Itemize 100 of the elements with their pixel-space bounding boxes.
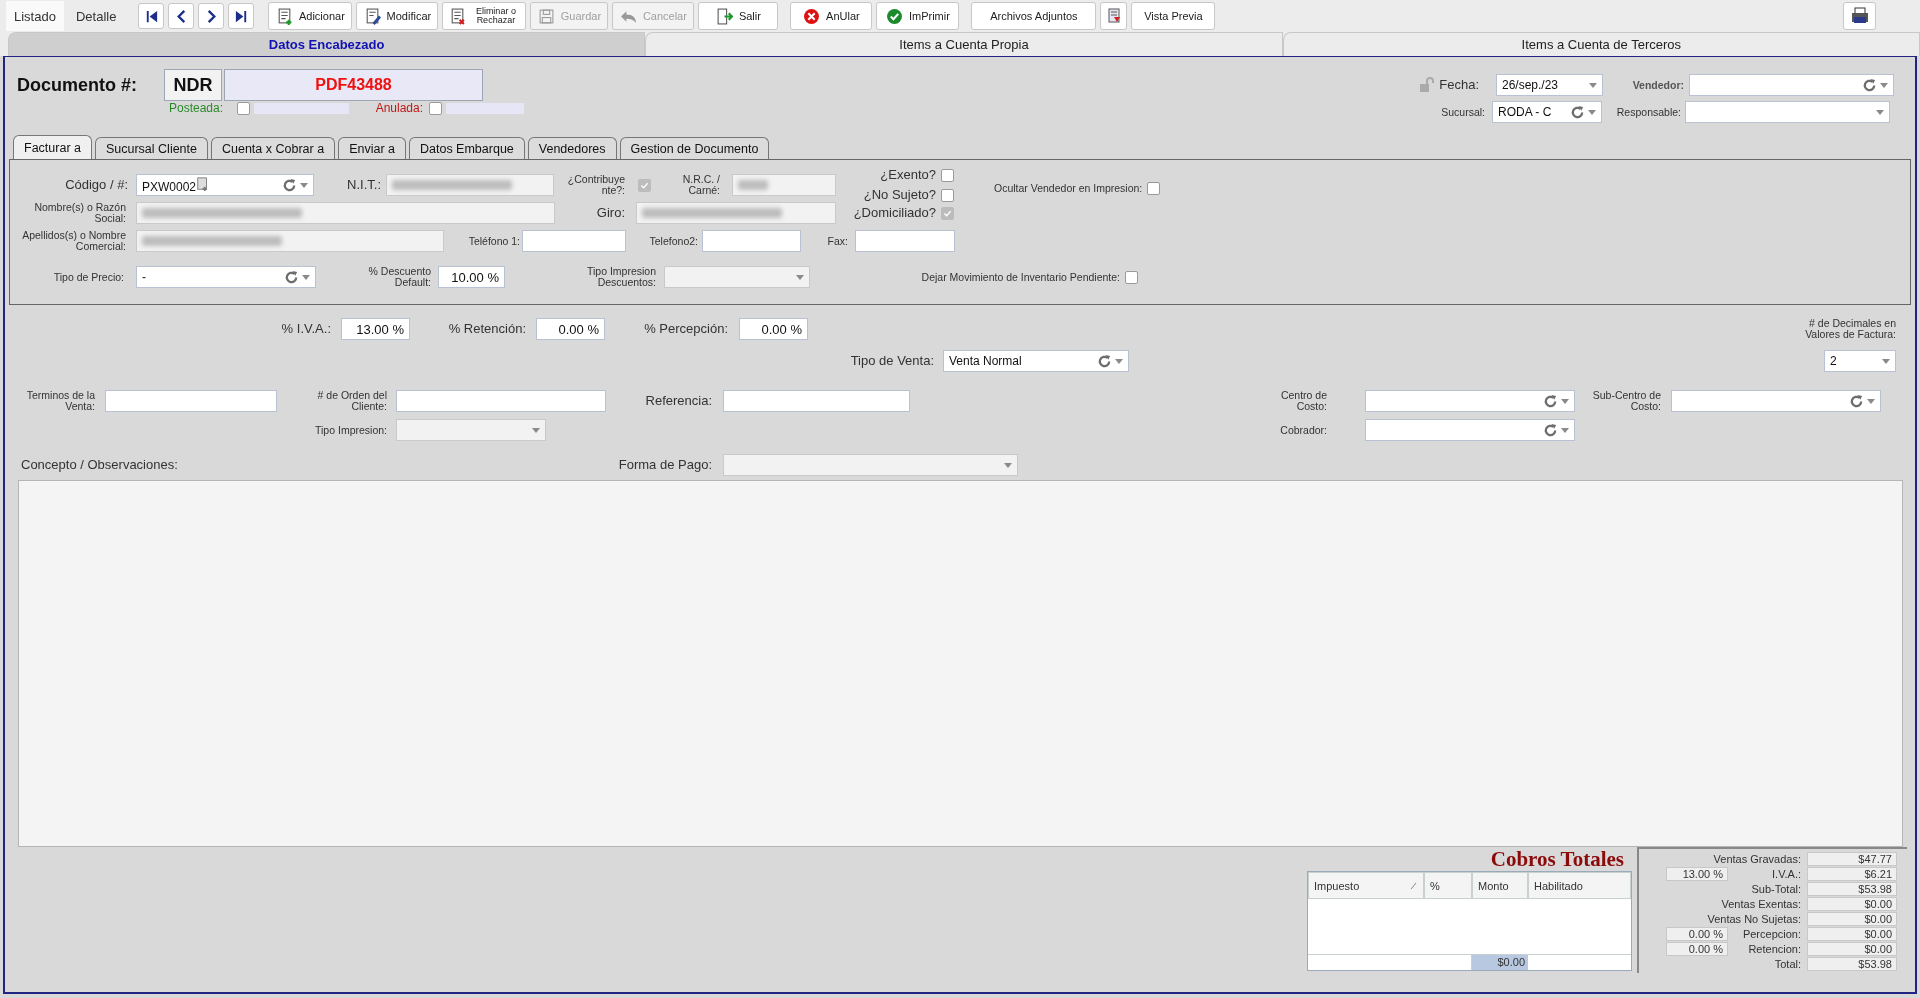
caret-icon[interactable] bbox=[1876, 109, 1884, 115]
text-field[interactable]: 0.00 % bbox=[536, 318, 605, 340]
text-field[interactable] bbox=[136, 202, 555, 224]
check-icon bbox=[885, 7, 903, 25]
printer-icon bbox=[1849, 6, 1870, 26]
next-button[interactable] bbox=[198, 3, 225, 29]
refresh-icon[interactable] bbox=[1849, 393, 1864, 409]
report-button[interactable] bbox=[1100, 2, 1128, 30]
caret-icon[interactable] bbox=[796, 274, 804, 280]
checkbox[interactable] bbox=[1147, 181, 1161, 195]
section-tab[interactable]: Datos Encabezado bbox=[8, 32, 646, 56]
text-field[interactable] bbox=[522, 230, 626, 252]
checkbox[interactable] bbox=[237, 101, 250, 115]
last-button[interactable] bbox=[228, 3, 255, 29]
view-tab[interactable]: Listado bbox=[6, 1, 64, 31]
toolbar-button[interactable]: ImPrimir bbox=[876, 2, 960, 30]
total-label: Percepcion: bbox=[1741, 927, 1802, 940]
form-tab[interactable]: Datos Embarque bbox=[409, 137, 525, 159]
column-header[interactable]: % bbox=[1424, 872, 1472, 899]
section-tab[interactable]: Items a Cuenta Propia bbox=[645, 32, 1283, 56]
text-field[interactable] bbox=[396, 390, 606, 412]
caret-icon[interactable] bbox=[1867, 398, 1875, 404]
caret-icon[interactable] bbox=[532, 427, 540, 433]
dropdown[interactable]: Venta Normal bbox=[943, 350, 1129, 372]
exit-icon bbox=[715, 7, 733, 25]
total-value: $0.00 bbox=[1807, 941, 1897, 956]
previous-button[interactable] bbox=[168, 3, 195, 29]
column-header[interactable]: Impuesto bbox=[1308, 872, 1424, 899]
caret-icon[interactable] bbox=[1004, 462, 1012, 468]
text-field[interactable] bbox=[105, 390, 277, 412]
checkbox[interactable] bbox=[941, 188, 954, 202]
caret-icon[interactable] bbox=[1882, 358, 1890, 364]
caret-icon[interactable] bbox=[300, 182, 308, 188]
refresh-icon[interactable] bbox=[1097, 353, 1112, 369]
dropdown[interactable]: 2 bbox=[1824, 350, 1896, 372]
first-button[interactable] bbox=[138, 3, 165, 29]
toolbar-button[interactable]: Eliminar o Rechazar bbox=[442, 2, 527, 30]
dropdown[interactable]: RODA - C bbox=[1492, 101, 1602, 123]
column-header[interactable]: Monto bbox=[1472, 872, 1528, 899]
field-label: Documento #: bbox=[17, 74, 137, 96]
field-label: Forma de Pago: bbox=[618, 458, 712, 472]
field-label: ¿Domiciliado? bbox=[853, 206, 936, 220]
text-field[interactable] bbox=[855, 230, 955, 252]
toolbar-button[interactable]: Modificar bbox=[356, 2, 439, 30]
text-field[interactable] bbox=[386, 174, 554, 196]
caret-icon[interactable] bbox=[1588, 109, 1596, 115]
toolbar-button[interactable]: AnUlar bbox=[790, 2, 873, 30]
field-label: % Retención: bbox=[448, 322, 526, 336]
checkbox[interactable] bbox=[941, 168, 954, 182]
caret-icon[interactable] bbox=[1115, 358, 1123, 364]
caret-icon[interactable] bbox=[1880, 82, 1888, 88]
caret-icon[interactable] bbox=[1561, 427, 1569, 433]
section-tab[interactable]: Items a Cuenta de Terceros bbox=[1282, 32, 1920, 56]
refresh-icon[interactable] bbox=[1543, 422, 1558, 438]
form-tab[interactable]: Enviar a bbox=[338, 137, 406, 159]
toolbar-button[interactable]: Archivos Adjuntos bbox=[971, 2, 1097, 30]
form-tab[interactable]: Gestion de Documento bbox=[619, 137, 770, 159]
refresh-icon[interactable] bbox=[1570, 104, 1585, 120]
refresh-icon[interactable] bbox=[282, 177, 297, 193]
text-field[interactable]: 10.00 % bbox=[438, 266, 505, 288]
section-title: Cobros Totales bbox=[1490, 847, 1624, 871]
column-header[interactable]: Habilitado bbox=[1528, 872, 1631, 899]
field-label: Nombre(s) o Razón Social: bbox=[33, 202, 126, 224]
text-field[interactable]: 13.00 % bbox=[341, 318, 410, 340]
checkbox[interactable] bbox=[1125, 270, 1138, 284]
toolbar-button[interactable]: Adicionar bbox=[268, 2, 353, 30]
field-label: % Descuento Default: bbox=[367, 266, 431, 288]
form-tab[interactable]: Sucursal Cliente bbox=[94, 137, 208, 159]
refresh-icon[interactable] bbox=[1543, 393, 1558, 409]
form-tab[interactable]: Cuenta x Cobrar a bbox=[211, 137, 336, 159]
caret-icon[interactable] bbox=[1561, 398, 1569, 404]
refresh-icon[interactable] bbox=[284, 269, 299, 285]
dropdown[interactable]: - bbox=[136, 266, 316, 288]
refresh-icon[interactable] bbox=[1862, 77, 1877, 93]
lock-icon[interactable] bbox=[1418, 77, 1435, 93]
text-field[interactable] bbox=[732, 174, 836, 196]
total-value: $6.21 bbox=[1807, 866, 1897, 881]
field-label: Fax: bbox=[827, 235, 848, 247]
caret-icon[interactable] bbox=[1589, 82, 1597, 88]
toolbar-button[interactable]: Salir bbox=[698, 2, 779, 30]
dropdown[interactable] bbox=[1685, 101, 1890, 123]
caret-icon[interactable] bbox=[302, 274, 310, 280]
dropdown[interactable]: PXW0002 bbox=[136, 174, 314, 196]
field-label: N.R.C. / Carné: bbox=[681, 174, 720, 196]
sort-icon bbox=[1410, 881, 1418, 890]
toolbar-button[interactable]: Vista Previa bbox=[1131, 2, 1216, 30]
dropdown[interactable]: 26/sep./23 bbox=[1496, 74, 1603, 96]
checkbox[interactable] bbox=[429, 101, 442, 115]
text-field[interactable] bbox=[702, 230, 801, 252]
text-field[interactable] bbox=[636, 202, 836, 224]
observations-field[interactable] bbox=[18, 480, 1903, 847]
document-number-field[interactable]: PDF43488 bbox=[224, 69, 483, 101]
text-field[interactable] bbox=[723, 390, 910, 412]
form-tab[interactable]: Vendedores bbox=[527, 137, 617, 159]
form-tab[interactable]: Facturar a bbox=[13, 135, 92, 159]
total-label: Sub-Total: bbox=[1750, 882, 1802, 895]
total-label: Ventas Exentas: bbox=[1720, 897, 1802, 910]
text-field[interactable]: 0.00 % bbox=[739, 318, 808, 340]
text-field[interactable] bbox=[136, 230, 444, 252]
document-type-field[interactable]: NDR bbox=[164, 69, 222, 101]
